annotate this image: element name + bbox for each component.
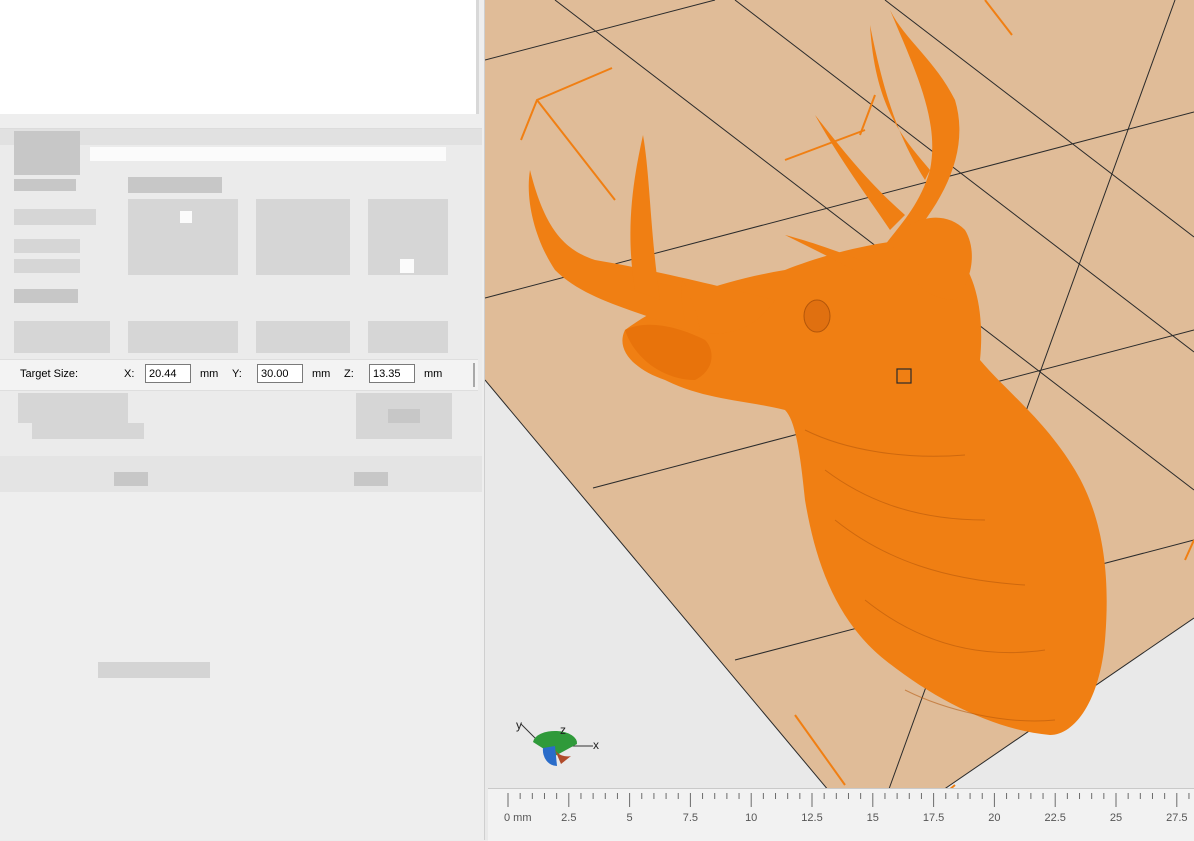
ruler-tick-label: 27.5	[1166, 812, 1187, 824]
blurred-checkbox[interactable]	[180, 211, 192, 223]
gizmo-x-label: x	[593, 738, 599, 752]
ruler-tick-label: 22.5	[1044, 812, 1065, 824]
blurred-field-group[interactable]	[256, 199, 350, 275]
blurred-option[interactable]	[18, 393, 128, 423]
dialog-title-blur	[90, 147, 446, 161]
blurred-label	[14, 179, 76, 191]
target-size-x-input[interactable]	[145, 364, 191, 383]
blurred-button-label	[388, 409, 420, 423]
target-size-z-input[interactable]	[369, 364, 415, 383]
3d-viewport[interactable]: y z x	[485, 0, 1194, 840]
y-axis-label: Y:	[232, 368, 242, 380]
ruler-scale: 0 mm 2.5 5 7.5 10 12.5 15 17.5 20 22.5 25 27.5	[504, 793, 1190, 824]
z-unit-label: mm	[424, 368, 443, 380]
target-size-row: Target Size: X: mm Y: mm Z: mm	[0, 359, 478, 391]
z-axis-label: Z:	[344, 368, 354, 380]
blurred-label	[14, 289, 78, 303]
blurred-header	[128, 177, 222, 193]
blurred-field-group[interactable]	[368, 321, 448, 353]
deer-eye	[803, 299, 831, 333]
blurred-label	[14, 239, 80, 253]
blurred-label	[14, 321, 110, 353]
gizmo-y-plane	[542, 746, 557, 767]
blurred-field-group[interactable]	[256, 321, 350, 353]
ruler-tick-label: 2.5	[561, 812, 576, 824]
blurred-footer-button[interactable]	[114, 472, 148, 486]
dialog-footer-blur	[0, 456, 482, 492]
blurred-option[interactable]	[32, 423, 144, 439]
selection-handle[interactable]	[896, 368, 912, 384]
left-panel: Target Size: X: mm Y: mm Z: mm	[0, 0, 485, 840]
ruler-tick-label: 15	[867, 812, 879, 824]
blank-area	[0, 0, 479, 114]
horizontal-ruler: 0 mm 2.5 5 7.5 10 12.5 15 17.5 20 22.5 25 27.5	[488, 788, 1194, 841]
blurred-label	[14, 161, 80, 175]
viewport-scene[interactable]: y z x	[485, 0, 1194, 840]
gizmo-z-label: z	[560, 723, 566, 737]
x-unit-label: mm	[200, 368, 219, 380]
gizmo-y-label: y	[516, 718, 522, 732]
blurred-checkbox[interactable]	[400, 259, 414, 273]
y-unit-label: mm	[312, 368, 331, 380]
ruler-tick-label: 17.5	[923, 812, 944, 824]
ruler-tick-label: 5	[627, 812, 633, 824]
blurred-label	[14, 259, 80, 273]
target-size-y-input[interactable]	[257, 364, 303, 383]
row-divider	[473, 363, 475, 387]
ruler-tick-label: 20	[988, 812, 1000, 824]
blurred-field-group[interactable]	[128, 321, 238, 353]
target-size-label: Target Size:	[20, 368, 79, 380]
blurred-footer-button[interactable]	[354, 472, 388, 486]
blurred-label	[14, 209, 96, 225]
ruler-tick-label: 25	[1110, 812, 1122, 824]
dialog-icon-blur	[14, 131, 80, 161]
orientation-gizmo[interactable]: y z x	[516, 718, 599, 767]
blurred-status-text	[98, 662, 210, 678]
ruler-tick-label: 7.5	[683, 812, 698, 824]
scale-dialog	[0, 128, 482, 491]
x-axis-label: X:	[124, 368, 135, 380]
ruler-tick-label: 10	[745, 812, 757, 824]
ruler-tick-label: 0 mm	[504, 812, 532, 824]
ruler-tick-label: 12.5	[801, 812, 822, 824]
